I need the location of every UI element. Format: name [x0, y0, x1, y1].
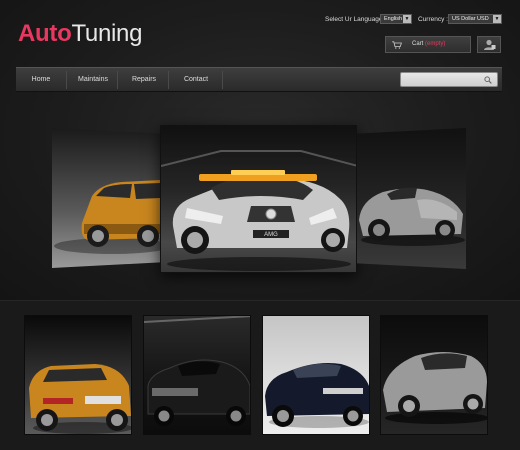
nav-maintains[interactable]: Maintains	[68, 68, 118, 92]
user-icon	[484, 39, 496, 50]
nav-divider	[117, 71, 118, 89]
nav-home[interactable]: Home	[16, 68, 66, 92]
language-label: Select Ur Language :	[325, 16, 387, 23]
car-image	[265, 363, 369, 428]
search-icon	[484, 76, 492, 84]
nav-divider	[168, 71, 169, 89]
slider-image-silver-roadster[interactable]	[357, 128, 466, 269]
svg-text:AMG: AMG	[264, 232, 278, 238]
nav-divider	[66, 71, 67, 89]
cart-label: Cart	[412, 41, 424, 47]
account-button[interactable]	[477, 36, 501, 53]
car-image	[359, 187, 465, 246]
cart-icon	[392, 41, 402, 49]
cart-text: Cart (empty)	[412, 41, 445, 47]
language-select-value: English	[384, 16, 403, 22]
currency-select-value: US Dollar USD	[452, 16, 489, 22]
car-image	[29, 364, 131, 434]
nav-contact[interactable]: Contact	[170, 68, 222, 92]
thumbnail-black-sedan[interactable]	[143, 315, 251, 435]
cart-status: (empty)	[425, 41, 446, 47]
language-select[interactable]: English ▼	[380, 14, 412, 24]
chevron-down-icon: ▼	[493, 15, 501, 23]
car-image: AMG	[161, 126, 356, 272]
nav-divider	[222, 71, 223, 89]
cart-button[interactable]: Cart (empty)	[385, 36, 471, 53]
site-logo[interactable]: AutoTuning	[18, 20, 142, 48]
slider-image-safety-car[interactable]: AMG	[160, 125, 357, 273]
thumbnail-dark-blue-sedan[interactable]	[262, 315, 370, 435]
nav-repairs[interactable]: Repairs	[119, 68, 169, 92]
chevron-down-icon: ▼	[403, 15, 411, 23]
car-image	[54, 180, 160, 254]
currency-label: Currency :	[418, 16, 448, 23]
slider-image-orange-suv[interactable]	[52, 128, 160, 268]
thumbnail-orange-suv[interactable]	[24, 315, 132, 435]
currency-select[interactable]: US Dollar USD ▼	[448, 14, 502, 24]
logo-part-tuning: Tuning	[71, 20, 143, 47]
search-input[interactable]	[400, 72, 498, 87]
logo-part-auto: Auto	[18, 20, 72, 47]
car-image	[383, 352, 487, 424]
thumbnail-silver-coupe[interactable]	[380, 315, 488, 435]
car-image	[144, 316, 250, 426]
